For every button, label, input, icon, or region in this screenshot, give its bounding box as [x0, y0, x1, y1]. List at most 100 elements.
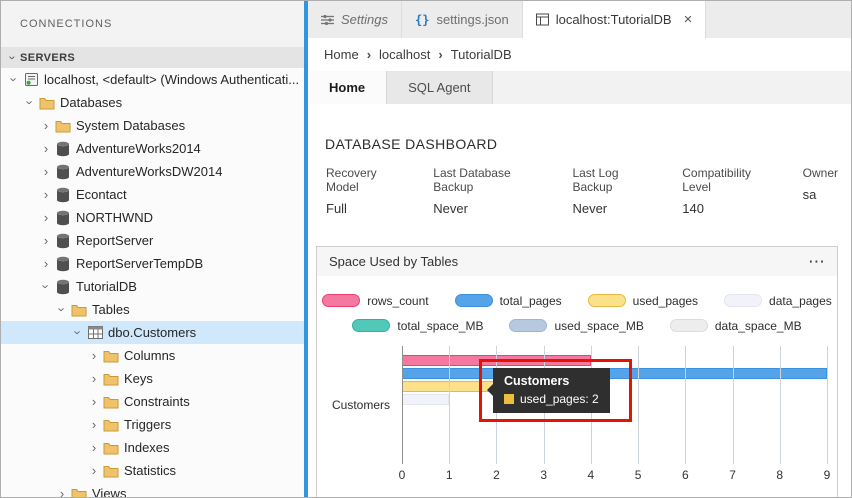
bar-total-pages[interactable]	[402, 368, 827, 379]
tree-item-dbo-customers[interactable]: › dbo.Customers	[1, 321, 304, 344]
chevron-down-icon: ›	[70, 330, 86, 335]
tree-item-adventureworksdw2014[interactable]: › AdventureWorksDW2014	[1, 160, 304, 183]
tab-settings-json[interactable]: {} settings.json	[401, 1, 523, 38]
connections-header: CONNECTIONS	[1, 1, 304, 47]
database-icon	[53, 141, 73, 157]
legend-item-data-space-mb[interactable]: data_space_MB	[669, 318, 802, 333]
tree-item-triggers[interactable]: › Triggers	[1, 413, 304, 436]
panel-menu-icon[interactable]: ⋯	[808, 253, 825, 270]
legend-item-rows-count[interactable]: rows_count	[322, 293, 429, 308]
property-label: Last Log Backup	[572, 166, 619, 194]
tree-item-indexes[interactable]: › Indexes	[1, 436, 304, 459]
property-value: Never	[572, 201, 608, 216]
legend-swatch-icon	[509, 319, 548, 332]
chevron-down-icon: ›	[38, 284, 54, 289]
tooltip-title: Customers	[504, 374, 570, 388]
folder-icon	[101, 418, 121, 432]
tree-item-keys[interactable]: › Keys	[1, 367, 304, 390]
tab-settings[interactable]: Settings	[308, 1, 402, 38]
dashboard-icon	[535, 13, 549, 26]
tree-item-label: AdventureWorks2014	[76, 141, 201, 156]
legend-item-total-space-mb[interactable]: total_space_MB	[352, 319, 483, 333]
legend-swatch-icon	[352, 319, 391, 332]
legend-item-data-pages[interactable]: data_pages	[724, 294, 832, 308]
gridline	[685, 346, 687, 464]
chevron-right-icon: ›	[91, 348, 97, 363]
dashboard-tab-sql-agent[interactable]: SQL Agent	[387, 71, 493, 104]
tree-item-econtact[interactable]: › Econtact	[1, 183, 304, 206]
legend-item-used-space-mb[interactable]: used_space_MB	[509, 318, 644, 333]
tree-item-label: dbo.Customers	[108, 325, 197, 340]
tree-item-databases[interactable]: › Databases	[1, 91, 304, 114]
property-recovery-model: Recovery Model Full	[326, 166, 407, 216]
chevron-right-icon: ›	[438, 47, 443, 62]
breadcrumb-item-tutorialdb[interactable]: TutorialDB	[451, 47, 512, 62]
database-icon	[53, 187, 73, 203]
tree-item-tables[interactable]: › Tables	[1, 298, 304, 321]
tree-item-statistics[interactable]: › Statistics	[1, 459, 304, 482]
gridline	[732, 346, 734, 464]
x-tick-label: 4	[587, 468, 595, 482]
property-owner: Owner sa	[803, 166, 838, 216]
chevron-right-icon: ›	[91, 394, 97, 409]
tree-item-system-databases[interactable]: › System Databases	[1, 114, 304, 137]
tree-item-northwnd[interactable]: › NORTHWND	[1, 206, 304, 229]
tree-item-views[interactable]: › Views	[1, 482, 304, 497]
tree-item-adventureworks2014[interactable]: › AdventureWorks2014	[1, 137, 304, 160]
property-value: Full	[326, 201, 347, 216]
gridline	[779, 346, 781, 464]
chevron-right-icon: ›	[43, 164, 49, 179]
database-icon	[53, 210, 73, 226]
tab-label: settings.json	[436, 12, 509, 27]
chevron-right-icon: ›	[91, 417, 97, 432]
legend-label: used_space_MB	[554, 318, 644, 333]
used-pages-swatch-icon	[504, 394, 514, 404]
x-tick-label: 5	[634, 468, 642, 482]
chevron-right-icon: ›	[59, 486, 65, 497]
tree-item-label: TutorialDB	[76, 279, 137, 294]
breadcrumb-item-home[interactable]: Home	[324, 47, 359, 62]
chevron-right-icon: ›	[366, 47, 372, 62]
property-last-database-backup: Last Database Backup Never	[433, 166, 546, 216]
tree-item-localhost-default-windows-authenticati[interactable]: › localhost, <default> (Windows Authentic…	[1, 68, 304, 91]
folder-icon	[69, 487, 89, 497]
category-label: Customers	[331, 398, 390, 412]
database-icon	[53, 256, 73, 272]
legend-label: rows_count	[367, 293, 429, 308]
close-icon[interactable]: ×	[684, 12, 693, 27]
tooltip-value: used_pages: 2	[520, 392, 599, 406]
tree-item-reportserver[interactable]: › ReportServer	[1, 229, 304, 252]
legend-item-total-pages[interactable]: total_pages	[454, 294, 562, 308]
legend-row: rows_count total_pages used_pages data_page…	[317, 288, 837, 313]
tree-item-tutorialdb[interactable]: › TutorialDB	[1, 275, 304, 298]
tree-item-constraints[interactable]: › Constraints	[1, 390, 304, 413]
database-icon	[53, 233, 73, 249]
servers-section-header[interactable]: › SERVERS	[1, 47, 304, 68]
bar-chart: Customers Customers used_pages: 2 0 1 2 3 4 5…	[317, 338, 837, 482]
property-last-log-backup: Last Log Backup Never	[572, 166, 656, 216]
dashboard-tab-home[interactable]: Home	[308, 71, 388, 104]
tab-localhost-tutorialdb[interactable]: localhost:TutorialDB ×	[522, 1, 707, 38]
servers-section-label: SERVERS	[20, 51, 76, 64]
legend-item-used-pages[interactable]: used_pages	[587, 294, 698, 308]
tree-item-label: Indexes	[124, 440, 170, 455]
x-tick-label: 7	[729, 468, 736, 482]
folder-icon	[101, 349, 121, 363]
tree-item-reportservertempdb[interactable]: › ReportServerTempDB	[1, 252, 304, 275]
legend-label: data_space_MB	[714, 318, 802, 333]
tree-item-label: Databases	[60, 95, 123, 110]
x-tick-label: 1	[445, 468, 453, 482]
chart-tooltip: Customers used_pages: 2	[487, 368, 610, 413]
chevron-right-icon: ›	[91, 440, 97, 455]
property-value: sa	[802, 187, 817, 202]
x-tick-label: 0	[398, 468, 406, 482]
connections-sidebar: CONNECTIONS › SERVERS › localhost, <defau…	[1, 1, 304, 497]
property-compatibility-level: Compatibility Level 140	[682, 166, 776, 216]
legend-swatch-icon	[322, 294, 361, 307]
server-icon	[21, 72, 41, 87]
breadcrumb-item-localhost[interactable]: localhost	[379, 47, 430, 62]
tree-item-columns[interactable]: › Columns	[1, 344, 304, 367]
chevron-right-icon: ›	[43, 141, 49, 156]
sidebar-resize-sash[interactable]	[304, 1, 308, 497]
bar-data-pages[interactable]	[402, 394, 450, 405]
